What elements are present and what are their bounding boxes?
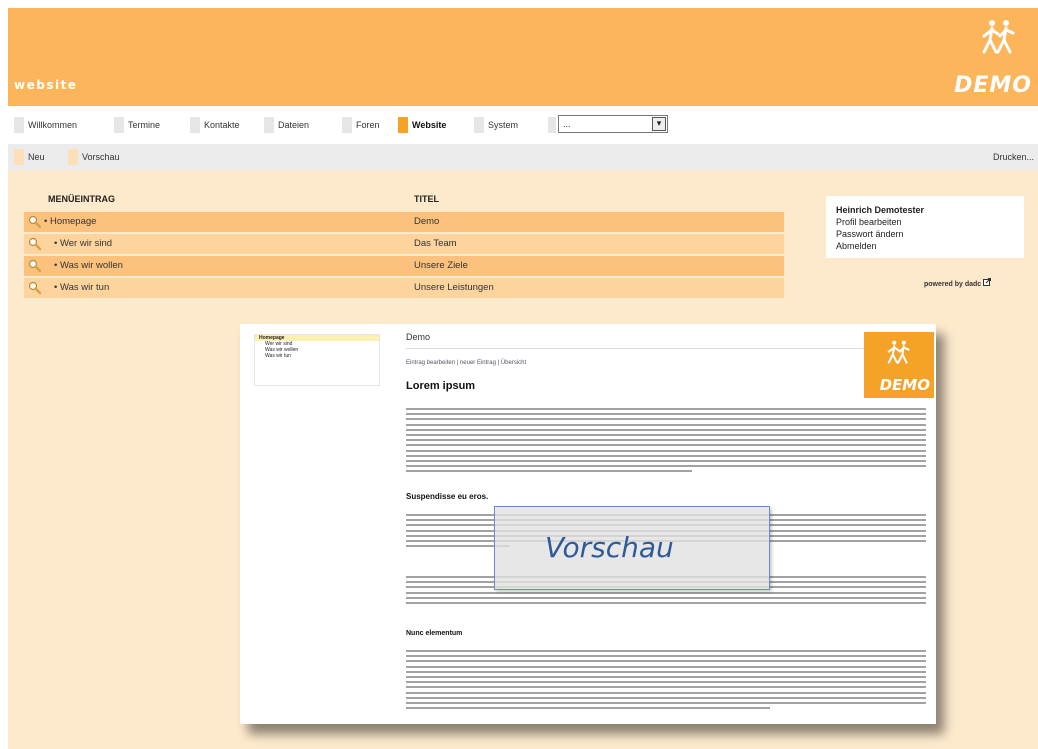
button-marker [68, 149, 78, 165]
menu-entry: • Wer wir sind [54, 238, 113, 249]
powered-by-label: powered by dadc [924, 278, 992, 288]
preview-subheading: Suspendisse eu eros. [406, 492, 489, 501]
table-row[interactable]: • Wer wir sind Das Team [24, 234, 784, 254]
tab-dateien[interactable]: Dateien [264, 116, 309, 134]
tab-label: Willkommen [28, 120, 78, 130]
new-button[interactable]: Neu [14, 149, 45, 165]
menu-title: Demo [414, 216, 440, 227]
tab-termine[interactable]: Termine [114, 116, 160, 134]
table-row[interactable]: • Homepage Demo [24, 212, 784, 232]
tab-label: Foren [356, 120, 380, 130]
tab-label: System [488, 120, 519, 130]
button-marker [14, 149, 24, 165]
logout-link[interactable]: Abmelden [836, 240, 1014, 252]
menu-entry-header: MENÜEINTRAG [48, 194, 115, 204]
preview-page-title: Demo [406, 332, 431, 342]
tab-marker [474, 117, 484, 133]
new-button-label: Neu [28, 152, 45, 162]
tab-willkommen[interactable]: Willkommen [14, 116, 77, 134]
preview-overlay-label: Vorschau [545, 531, 674, 564]
tab-marker [114, 117, 124, 133]
edit-profile-link[interactable]: Profil bearbeiten [836, 216, 1014, 228]
figures-icon [982, 20, 1015, 54]
print-button[interactable]: Drucken... [993, 149, 1034, 165]
menu-title: Unsere Ziele [414, 260, 468, 271]
tab-label: Website [412, 120, 447, 130]
powered-by-text: powered by dadc [924, 281, 982, 288]
menu-entry: • Was wir wollen [54, 260, 123, 271]
user-name: Heinrich Demotester [836, 205, 925, 215]
tab-select-value: ... [563, 119, 571, 129]
tab-kontakte[interactable]: Kontakte [190, 116, 240, 134]
preview-button-label: Vorschau [82, 152, 120, 162]
preview-button[interactable]: Vorschau [68, 149, 120, 165]
preview-paragraph [406, 650, 926, 712]
preview-nav-item: Was wir tun [265, 353, 291, 359]
tab-marker [398, 117, 408, 133]
preview-heading: Lorem ipsum [406, 380, 476, 392]
tab-label: Kontakte [204, 120, 240, 130]
site-name: website [14, 78, 78, 92]
menu-entry: • Was wir tun [54, 282, 110, 293]
tab-marker [190, 117, 200, 133]
table-row[interactable]: • Was wir tun Unsere Leistungen [24, 278, 784, 298]
preview-links: Eintrag bearbeiten | neuer Eintrag | Übe… [406, 360, 527, 366]
tab-marker [264, 117, 274, 133]
magnifier-icon[interactable] [28, 237, 42, 251]
tab-label: Termine [128, 120, 161, 130]
divider [406, 348, 926, 349]
table-row[interactable]: • Was wir wollen Unsere Ziele [24, 256, 784, 276]
tab-marker [14, 117, 24, 133]
tab-select[interactable]: ... ▾ [558, 115, 668, 133]
tab-foren[interactable]: Foren [342, 116, 380, 134]
tab-marker [342, 117, 352, 133]
figures-icon [887, 340, 910, 364]
tab-website[interactable]: Website [398, 116, 446, 134]
menu-entry: • Homepage [44, 216, 97, 227]
preview-paragraph [406, 408, 926, 475]
title-header: TITEL [414, 194, 439, 204]
magnifier-icon[interactable] [28, 281, 42, 295]
chevron-down-icon[interactable]: ▾ [652, 117, 666, 131]
window-top-strip [0, 0, 1038, 8]
tab-label: Dateien [278, 120, 310, 130]
menu-title: Unsere Leistungen [414, 282, 494, 293]
change-password-link[interactable]: Passwort ändern [836, 228, 1014, 240]
toolbar: Neu Vorschau Drucken... [8, 144, 1038, 170]
logo-text: DEMO [954, 73, 1032, 98]
site-header: website DEMO [8, 8, 1038, 106]
demo-logo: DEMO [952, 18, 1032, 98]
magnifier-icon[interactable] [28, 259, 42, 273]
select-marker [548, 117, 556, 133]
external-link-icon [983, 278, 992, 286]
preview-overlay: Vorschau [494, 506, 770, 590]
tab-system[interactable]: System [474, 116, 518, 134]
main-tabs: Willkommen Termine Kontakte Dateien Fore… [8, 106, 1038, 144]
preview-nav: Homepage Wer wir sind Was wir wollen Was… [254, 334, 380, 386]
preview-logo: DEMO [864, 332, 934, 398]
magnifier-icon[interactable] [28, 215, 42, 229]
preview-logo-text: DEMO [879, 376, 930, 394]
menu-title: Das Team [414, 238, 457, 249]
preview-subheading: Nunc elementum [406, 630, 463, 637]
user-box: Heinrich Demotester Profil bearbeiten Pa… [826, 196, 1024, 258]
